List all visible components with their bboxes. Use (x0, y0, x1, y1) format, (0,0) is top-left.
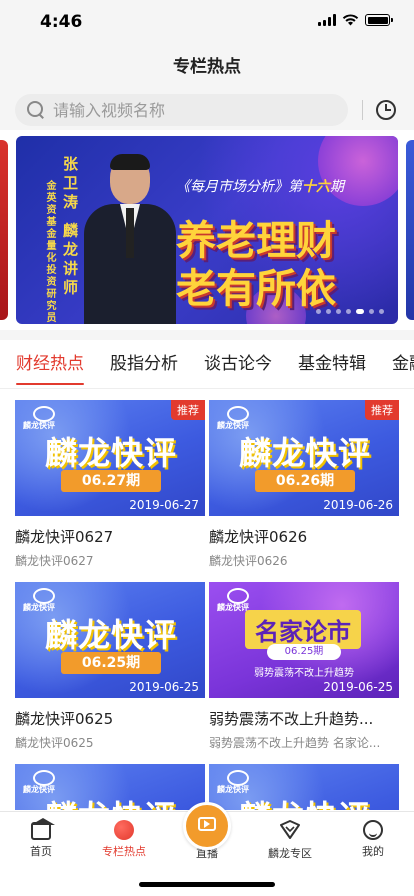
carousel-dot[interactable] (379, 309, 384, 314)
video-card[interactable]: 麟龙快评 麟龙快评 (209, 764, 399, 810)
video-card[interactable]: 麟龙快评 推荐 麟龙快评 06.26期 2019-06-26 麟龙快评0626 … (209, 400, 399, 569)
tab-category[interactable]: 基金特辑 (288, 340, 376, 388)
banner-next-peek[interactable] (406, 140, 414, 320)
issue-badge: 06.27期 (61, 470, 161, 492)
tabbar-item-hot[interactable]: 专栏热点 (89, 818, 159, 859)
profile-icon (363, 820, 383, 840)
carousel-dot[interactable] (336, 309, 341, 314)
tabbar-item-zone[interactable]: 麟龙专区 (255, 818, 325, 861)
battery-icon (365, 14, 393, 26)
video-title[interactable]: 麟龙快评0627 (15, 526, 205, 547)
host-photo (84, 154, 176, 324)
video-date: 2019-06-25 (129, 680, 199, 694)
cellular-signal-icon (318, 14, 336, 26)
divider (0, 388, 414, 389)
search-icon (27, 101, 45, 119)
video-subtitle: 麟龙快评0627 (15, 554, 94, 568)
video-date: 2019-06-27 (129, 498, 199, 512)
video-thumbnail[interactable]: 麟龙快评 麟龙快评 06.25期 2019-06-25 (15, 582, 205, 698)
video-date: 2019-06-26 (323, 498, 393, 512)
history-clock-icon[interactable] (376, 100, 396, 120)
banner-host-role: 金英资基金量化投资研究员 (44, 180, 55, 324)
video-subtitle: 弱势震荡不改上升趋势 名家论... (209, 736, 381, 750)
carousel-dot[interactable] (326, 309, 331, 314)
banner-subtitle: 《每月市场分析》第十六期 (176, 179, 344, 195)
video-subtitle: 麟龙快评0626 (209, 554, 288, 568)
nav-bar: 专栏热点 (0, 44, 414, 90)
carousel-dot[interactable] (356, 309, 364, 314)
search-row (0, 90, 414, 130)
status-icons (318, 14, 393, 26)
status-bar: 4:46 (0, 0, 414, 44)
video-thumbnail[interactable]: 麟龙快评 推荐 麟龙快评 06.27期 2019-06-27 (15, 400, 205, 516)
tab-category[interactable]: 金融 (382, 340, 414, 388)
video-title[interactable]: 麟龙快评0626 (209, 526, 399, 547)
thumbnail-title: 麟龙快评 (45, 434, 178, 472)
banner-carousel: 张卫涛 麟龙讲师 金英资基金量化投资研究员 《每月市场分析》第十六期 养老理财 … (0, 130, 414, 330)
search-box[interactable] (15, 94, 348, 126)
banner-slide[interactable]: 张卫涛 麟龙讲师 金英资基金量化投资研究员 《每月市场分析》第十六期 养老理财 … (16, 136, 398, 324)
zone-icon (278, 818, 302, 842)
thumbnail-title: 麟龙快评 (239, 434, 372, 472)
video-title[interactable]: 弱势震荡不改上升趋势... (209, 708, 399, 729)
tabbar-item-live[interactable]: 直播 (172, 802, 242, 861)
tab-category[interactable]: 财经热点 (6, 340, 94, 388)
carousel-dot[interactable] (346, 309, 351, 314)
issue-badge: 06.25期 (61, 652, 161, 674)
hot-icon (114, 820, 134, 840)
tab-category[interactable]: 股指分析 (100, 340, 188, 388)
live-button[interactable] (183, 802, 231, 850)
thumbnail-title: 麟龙快评 (45, 616, 178, 654)
category-tabs: 财经热点股指分析谈古论今基金特辑金融 (0, 340, 414, 388)
video-thumbnail[interactable]: 麟龙快评 麟龙快评 (15, 764, 205, 810)
video-card[interactable]: 麟龙快评 麟龙快评 (15, 764, 205, 810)
video-title[interactable]: 麟龙快评0625 (15, 708, 205, 729)
thumbnail-title: 麟龙快评 (239, 792, 371, 810)
video-thumbnail[interactable]: 麟龙快评 名家论市 06.25期 弱势震荡不改上升趋势 2019-06-25 (209, 582, 399, 698)
divider (362, 100, 363, 120)
tabbar-item-me[interactable]: 我的 (338, 818, 408, 859)
video-grid: 麟龙快评 推荐 麟龙快评 06.27期 2019-06-27 麟龙快评0627 … (15, 400, 399, 810)
video-thumbnail[interactable]: 麟龙快评 麟龙快评 (209, 764, 399, 810)
video-date: 2019-06-25 (323, 680, 393, 694)
issue-badge: 06.26期 (255, 470, 355, 492)
tabbar-item-home[interactable]: 首页 (6, 818, 76, 859)
video-subtitle: 麟龙快评0625 (15, 736, 94, 750)
wifi-icon (342, 14, 359, 26)
recommend-badge: 推荐 (171, 400, 205, 420)
video-thumbnail[interactable]: 麟龙快评 推荐 麟龙快评 06.26期 2019-06-26 (209, 400, 399, 516)
carousel-dot[interactable] (316, 309, 321, 314)
carousel-dots (316, 309, 384, 314)
recommend-badge: 推荐 (365, 400, 399, 420)
video-card[interactable]: 麟龙快评 麟龙快评 06.25期 2019-06-25 麟龙快评0625 麟龙快… (15, 582, 205, 751)
issue-badge: 06.25期 (267, 644, 341, 660)
banner-headline-line2: 老有所依 (176, 266, 336, 312)
home-indicator (139, 882, 275, 887)
banner-host-name: 张卫涛 麟龙讲师 (61, 156, 79, 299)
live-icon (198, 817, 216, 831)
video-card[interactable]: 麟龙快评 名家论市 06.25期 弱势震荡不改上升趋势 2019-06-25 弱… (209, 582, 399, 751)
carousel-dot[interactable] (369, 309, 374, 314)
status-time: 4:46 (40, 12, 83, 32)
home-icon (31, 818, 55, 840)
page-title: 专栏热点 (173, 57, 241, 77)
banner-prev-peek[interactable] (0, 140, 8, 320)
search-input[interactable] (53, 100, 313, 120)
thumbnail-subtitle: 弱势震荡不改上升趋势 (254, 668, 354, 679)
thumbnail-title: 麟龙快评 (45, 792, 177, 810)
tab-category[interactable]: 谈古论今 (194, 340, 282, 388)
video-card[interactable]: 麟龙快评 推荐 麟龙快评 06.27期 2019-06-27 麟龙快评0627 … (15, 400, 205, 569)
